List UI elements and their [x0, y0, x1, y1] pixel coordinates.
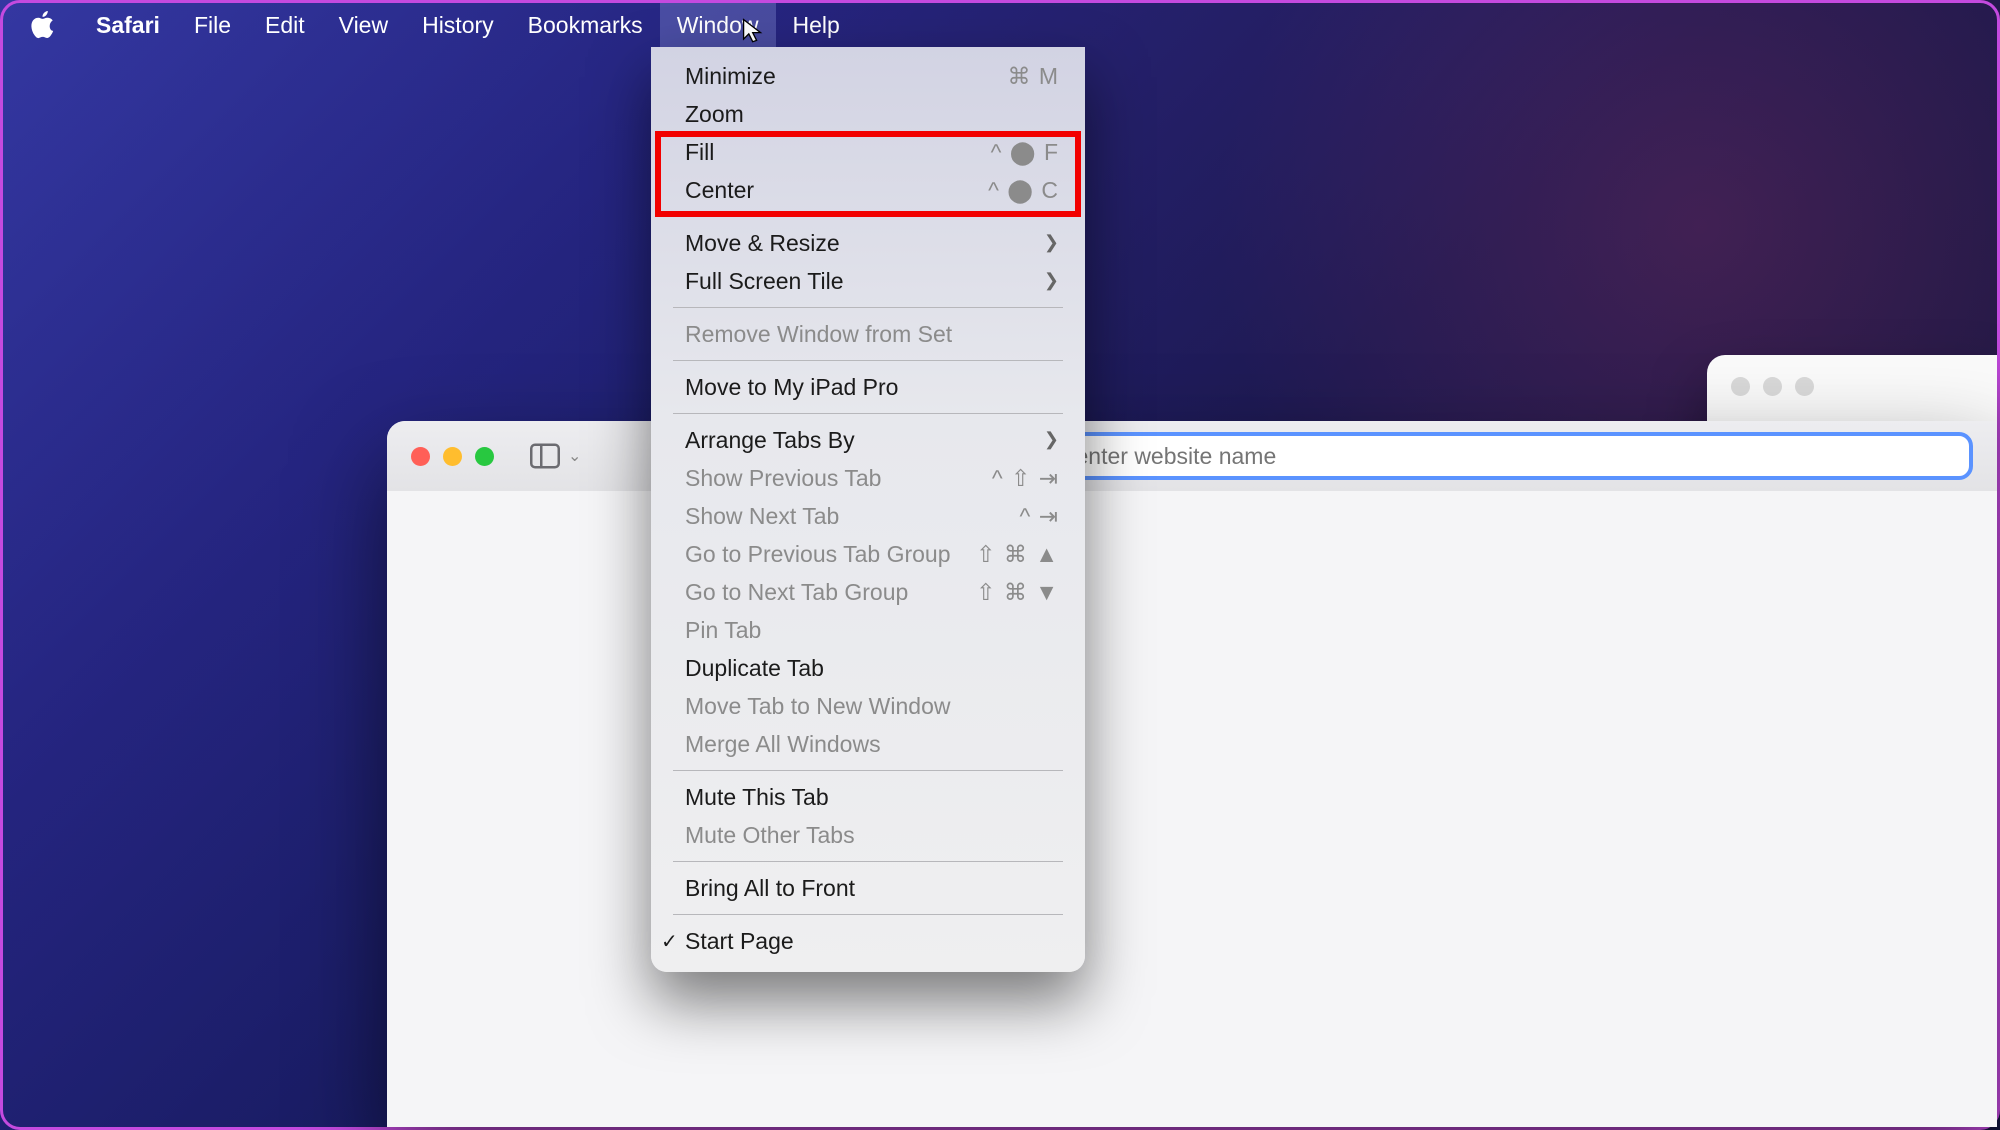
menu-arrange-tabs-by[interactable]: Arrange Tabs By ❯ — [651, 421, 1085, 459]
menu-full-screen-tile[interactable]: Full Screen Tile ❯ — [651, 262, 1085, 300]
menu-center[interactable]: Center ^ ⬤ C — [651, 171, 1085, 209]
menu-item-shortcut: ⇧ ⌘ ▼ — [976, 579, 1059, 606]
menubar-bookmarks[interactable]: Bookmarks — [511, 3, 660, 47]
traffic-lights — [411, 447, 494, 466]
menu-item-label: Merge All Windows — [685, 731, 881, 758]
menu-separator — [673, 861, 1063, 862]
menubar-history[interactable]: History — [405, 3, 511, 47]
menu-item-label: Full Screen Tile — [685, 268, 844, 295]
menu-item-shortcut: ^ ⇧ ⇥ — [992, 465, 1059, 492]
menu-mute-this-tab[interactable]: Mute This Tab — [651, 778, 1085, 816]
menu-item-shortcut: ^ ⇥ — [1020, 503, 1059, 530]
menu-merge-all-windows: Merge All Windows — [651, 725, 1085, 763]
menu-item-label: Pin Tab — [685, 617, 761, 644]
menu-separator — [673, 360, 1063, 361]
menubar-file[interactable]: File — [177, 3, 248, 47]
menu-item-shortcut: ⇧ ⌘ ▲ — [976, 541, 1059, 568]
macos-menubar: Safari File Edit View History Bookmarks … — [3, 3, 1997, 47]
menu-item-label: Arrange Tabs By — [685, 427, 855, 454]
sidebar-icon — [530, 441, 560, 471]
safari-toolbar: ⌄ — [387, 421, 1997, 491]
menu-move-tab-new-window: Move Tab to New Window — [651, 687, 1085, 725]
chevron-down-icon[interactable]: ⌄ — [568, 446, 581, 466]
menu-item-shortcut: ⌘ M — [1007, 63, 1059, 90]
submenu-chevron-icon: ❯ — [1044, 429, 1059, 450]
menu-go-next-tab-group: Go to Next Tab Group ⇧ ⌘ ▼ — [651, 573, 1085, 611]
traffic-minimize-icon[interactable] — [1763, 377, 1782, 396]
menu-mute-other-tabs: Mute Other Tabs — [651, 816, 1085, 854]
submenu-chevron-icon: ❯ — [1044, 232, 1059, 253]
menu-item-label: Zoom — [685, 101, 744, 128]
traffic-close-icon[interactable] — [1731, 377, 1750, 396]
menubar-app-name[interactable]: Safari — [79, 3, 177, 47]
menu-go-prev-tab-group: Go to Previous Tab Group ⇧ ⌘ ▲ — [651, 535, 1085, 573]
menubar-window[interactable]: Window — [660, 3, 776, 47]
menu-minimize[interactable]: Minimize ⌘ M — [651, 57, 1085, 95]
menubar-help[interactable]: Help — [776, 3, 857, 47]
menu-separator — [673, 914, 1063, 915]
menu-item-label: Mute Other Tabs — [685, 822, 855, 849]
menu-show-previous-tab: Show Previous Tab ^ ⇧ ⇥ — [651, 459, 1085, 497]
menu-fill[interactable]: Fill ^ ⬤ F — [651, 133, 1085, 171]
menu-item-label: Start Page — [685, 928, 794, 955]
traffic-close-icon[interactable] — [411, 447, 430, 466]
menu-item-label: Center — [685, 177, 754, 204]
menu-separator — [673, 216, 1063, 217]
menu-item-shortcut: ^ ⬤ F — [991, 139, 1059, 166]
traffic-minimize-icon[interactable] — [443, 447, 462, 466]
apple-logo-icon[interactable] — [29, 11, 57, 39]
menubar-edit[interactable]: Edit — [248, 3, 322, 47]
menu-item-label: Show Previous Tab — [685, 465, 881, 492]
menu-move-resize[interactable]: Move & Resize ❯ — [651, 224, 1085, 262]
safari-window: ⌄ — [387, 421, 1997, 1127]
menu-duplicate-tab[interactable]: Duplicate Tab — [651, 649, 1085, 687]
menu-item-label: Move Tab to New Window — [685, 693, 950, 720]
menu-separator — [673, 413, 1063, 414]
menu-item-label: Show Next Tab — [685, 503, 839, 530]
menu-start-page[interactable]: Start Page — [651, 922, 1085, 960]
window-menu-dropdown: Minimize ⌘ M Zoom Fill ^ ⬤ F Center ^ ⬤ … — [651, 47, 1085, 972]
menu-item-label: Bring All to Front — [685, 875, 855, 902]
menubar-view[interactable]: View — [322, 3, 405, 47]
menu-separator — [673, 307, 1063, 308]
menu-pin-tab: Pin Tab — [651, 611, 1085, 649]
menu-item-label: Mute This Tab — [685, 784, 829, 811]
menu-item-label: Move & Resize — [685, 230, 840, 257]
menu-item-label: Remove Window from Set — [685, 321, 952, 348]
menu-item-label: Fill — [685, 139, 714, 166]
sidebar-toggle-button[interactable]: ⌄ — [530, 441, 581, 471]
traffic-zoom-icon[interactable] — [475, 447, 494, 466]
address-input[interactable] — [969, 443, 1953, 470]
menu-item-shortcut: ^ ⬤ C — [988, 177, 1059, 204]
menu-zoom[interactable]: Zoom — [651, 95, 1085, 133]
menu-separator — [673, 770, 1063, 771]
menu-item-label: Minimize — [685, 63, 776, 90]
menu-item-label: Go to Next Tab Group — [685, 579, 908, 606]
menu-item-label: Duplicate Tab — [685, 655, 824, 682]
menu-remove-window-from-set: Remove Window from Set — [651, 315, 1085, 353]
menu-item-label: Move to My iPad Pro — [685, 374, 898, 401]
traffic-zoom-icon[interactable] — [1795, 377, 1814, 396]
menu-show-next-tab: Show Next Tab ^ ⇥ — [651, 497, 1085, 535]
menu-move-to-ipad[interactable]: Move to My iPad Pro — [651, 368, 1085, 406]
traffic-lights — [1707, 355, 1979, 396]
menu-item-label: Go to Previous Tab Group — [685, 541, 951, 568]
menu-bring-all-to-front[interactable]: Bring All to Front — [651, 869, 1085, 907]
submenu-chevron-icon: ❯ — [1044, 270, 1059, 291]
